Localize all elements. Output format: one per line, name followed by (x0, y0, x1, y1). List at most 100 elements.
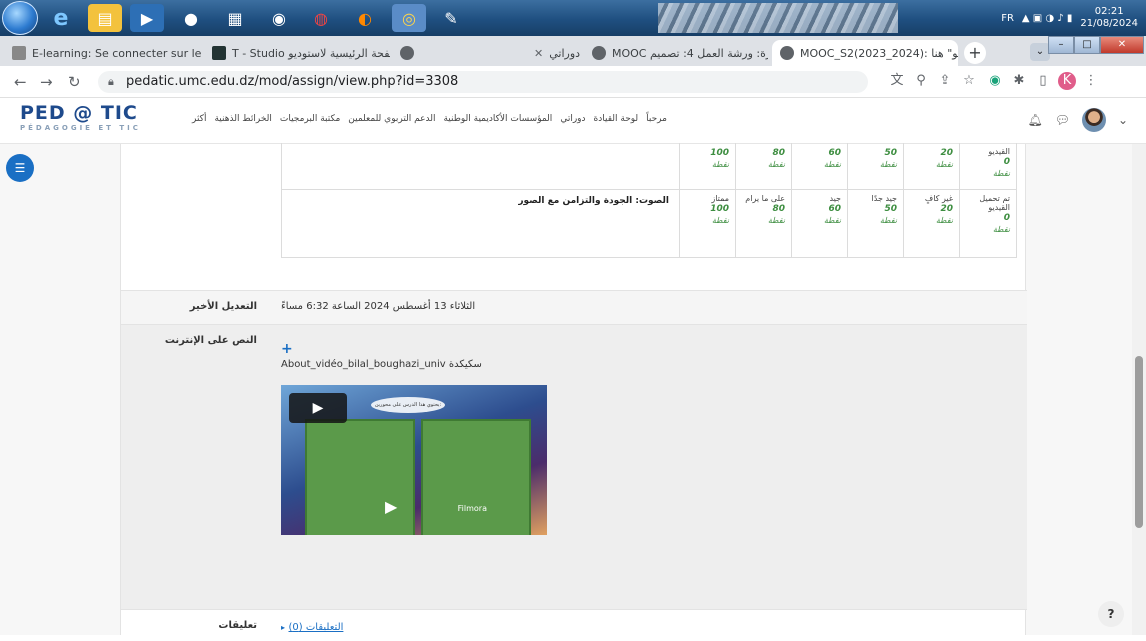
site-logo[interactable]: PED @ TIC (20, 102, 138, 124)
language-indicator[interactable]: FR (1001, 13, 1014, 24)
window-preview (658, 3, 898, 33)
rubric-level[interactable]: 50نقطة (848, 143, 904, 189)
favicon-icon (400, 46, 414, 60)
rubric-level[interactable]: جيد60نقطة (792, 190, 848, 257)
expand-plus-icon[interactable]: + (281, 341, 1015, 357)
disc-icon[interactable]: ◉ (262, 4, 296, 32)
side-panel-icon[interactable]: ▯ (1034, 72, 1052, 90)
extensions-puzzle-icon[interactable]: ✱ (1010, 72, 1028, 90)
tab-blank[interactable] (392, 40, 520, 66)
rubric-level[interactable]: على ما يرام80نقطة (736, 190, 792, 257)
assignment-submission-table: 100نقطة 80نقطة 60نقطة 50نقطة 20نقطة القي… (120, 144, 1026, 635)
rubric-criterion-row: 100نقطة 80نقطة 60نقطة 50نقطة 20نقطة القي… (282, 143, 1016, 189)
rubric-level[interactable]: جيد جدًا50نقطة (848, 190, 904, 257)
paint-icon[interactable]: ● (174, 4, 208, 32)
tab-mooc-course[interactable]: MOOC الدورة: ورشة العمل 4: تصميم ✕ (584, 40, 768, 66)
minimize-button[interactable]: – (1048, 36, 1074, 54)
tab-studio[interactable]: T - Studio الصفحة الرئيسية لاستوديو ✕ (204, 40, 390, 66)
video-panel-right (421, 419, 531, 535)
window-controls: – □ ✕ (1048, 36, 1144, 56)
address-bar-row: ← → ↻ 🔒︎ pedatic.umc.edu.dz/mod/assign/v… (0, 66, 1146, 98)
tab-mooc-assign[interactable]: MOOC_S2(2023_2024): فيديو" هنا ✕ (772, 40, 958, 66)
clock[interactable]: 02:21 21/08/2024 (1080, 6, 1138, 30)
tab-search-button[interactable]: ⌄ (1030, 43, 1050, 61)
close-window-button[interactable]: ✕ (1100, 36, 1144, 54)
forward-icon[interactable]: → (40, 73, 53, 91)
submitted-file-name[interactable]: About_vidéo_bilal_boughazi_univ سكيكدة (281, 359, 1015, 370)
tab-my-courses[interactable]: ✕ دوراتي (522, 40, 582, 66)
course-index-toggle[interactable]: ☰ (6, 154, 34, 182)
online-text-row: النص على الإنترنت + About_vidéo_bilal_bo… (121, 324, 1027, 609)
back-icon[interactable]: ← (14, 73, 27, 91)
tab-label: دوراتي (549, 47, 580, 60)
rubric-level[interactable]: 80نقطة (736, 143, 792, 189)
bookmark-star-icon[interactable]: ☆ (960, 72, 978, 90)
video-player[interactable]: يحتوي هذا الدرس على محورين: ▶ ▶ Filmora (281, 385, 547, 535)
rubric-level[interactable]: 20نقطة (904, 143, 960, 189)
notification-bell-icon[interactable]: 🔔︎ (1027, 113, 1042, 127)
url-input[interactable]: 🔒︎ pedatic.umc.edu.dz/mod/assign/view.ph… (98, 71, 868, 93)
messages-icon[interactable]: 💬︎ (1055, 113, 1070, 127)
tab-label: E-learning: Se connecter sur le (32, 47, 201, 60)
nav-item-my-courses[interactable]: دوراتي (560, 114, 585, 124)
profile-avatar[interactable]: K (1058, 72, 1076, 90)
start-button[interactable] (2, 1, 38, 35)
internet-explorer-icon[interactable]: e (44, 4, 78, 32)
nav-item-mind-maps[interactable]: الخرائط الذهنية (214, 114, 271, 124)
nav-item-welcome[interactable]: مرحباً (646, 114, 667, 124)
browser-menu-icon[interactable]: ⋮ (1082, 72, 1100, 90)
primary-navigation: مرحباً لوحة القيادة دوراتي المؤسسات الأك… (192, 114, 667, 124)
favicon-icon (12, 46, 26, 60)
lock-icon[interactable]: 🔒︎ (108, 71, 114, 93)
rubric-level[interactable]: القيديو0نقطة (960, 143, 1016, 189)
clock-time: 02:21 (1080, 6, 1138, 18)
rubric-level[interactable]: غير كافٍ20نقطة (904, 190, 960, 257)
rubric-level[interactable]: ممتاز100نقطة (680, 190, 736, 257)
page-scrollbar[interactable] (1132, 144, 1146, 635)
comments-link[interactable]: التعليقات (0) (289, 622, 344, 633)
chrome-variant-icon[interactable]: ◍ (304, 4, 338, 32)
scrollbar-thumb[interactable] (1135, 356, 1143, 528)
nav-item-institutions[interactable]: المؤسسات الأكاديمية الوطنية (443, 114, 552, 124)
chevron-down-icon[interactable]: ⌄ (1118, 113, 1128, 127)
file-explorer-icon[interactable]: ▤ (88, 4, 122, 32)
tab-elearning[interactable]: E-learning: Se connecter sur le ✕ (4, 40, 202, 66)
play-icon[interactable]: ▶ (385, 497, 397, 516)
rubric-level[interactable]: 100نقطة (680, 143, 736, 189)
video-watermark: Filmora (458, 504, 487, 513)
new-tab-button[interactable]: + (964, 42, 986, 64)
chrome-icon[interactable]: ◎ (392, 4, 426, 32)
rubric-table: 100نقطة 80نقطة 60نقطة 50نقطة 20نقطة القي… (281, 143, 1017, 258)
nav-item-dashboard[interactable]: لوحة القيادة (594, 114, 639, 124)
nav-item-more[interactable]: أكثر (192, 114, 206, 124)
nav-item-teacher-support[interactable]: الدعم التربوي للمعلمين (348, 114, 435, 124)
clock-date: 21/08/2024 (1080, 18, 1138, 30)
zoom-icon[interactable]: ⚲ (912, 72, 930, 90)
maximize-button[interactable]: □ (1074, 36, 1100, 54)
reload-icon[interactable]: ↻ (68, 73, 81, 91)
extension-icon[interactable]: ◉ (986, 72, 1004, 90)
header-actions: 🔔︎ 💬︎ ⌄ (1027, 108, 1128, 132)
nav-item-software-library[interactable]: مكتبة البرمجيات (280, 114, 340, 124)
user-avatar[interactable] (1082, 108, 1106, 132)
rubric-level[interactable]: تم تحميل القيديو0نقطة (960, 190, 1016, 257)
media-player-icon[interactable]: ▶ (130, 4, 164, 32)
share-icon[interactable]: ⇪ (936, 72, 954, 90)
help-button[interactable]: ? (1098, 601, 1124, 627)
tab-label: MOOC_S2(2023_2024): فيديو" هنا (800, 47, 958, 60)
translate-icon[interactable]: 文 (888, 72, 906, 90)
last-modified-label: التعديل الأخير (121, 291, 269, 322)
app-icon[interactable]: ▦ (218, 4, 252, 32)
site-logo-subtitle: PÉDAGOGIE ET TIC (20, 124, 141, 132)
app-icon-2[interactable]: ✎ (434, 4, 468, 32)
tray-icons[interactable]: ▲ ▣ ◑ ♪ ▮ (1022, 13, 1072, 24)
rubric-level[interactable]: 60نقطة (792, 143, 848, 189)
play-button[interactable]: ▶ (289, 393, 347, 423)
page-body: ☰ 100نقطة 80نقطة 60نقطة 50نقطة 20نقطة ال… (0, 144, 1146, 635)
caret-right-icon[interactable]: ▸ (281, 623, 285, 632)
system-tray: FR ▲ ▣ ◑ ♪ ▮ 02:21 21/08/2024 (1001, 0, 1146, 36)
favicon-icon (780, 46, 794, 60)
tab-label: T - Studio الصفحة الرئيسية لاستوديو (232, 47, 390, 60)
firefox-icon[interactable]: ◐ (348, 4, 382, 32)
close-icon[interactable]: ✕ (534, 47, 543, 60)
